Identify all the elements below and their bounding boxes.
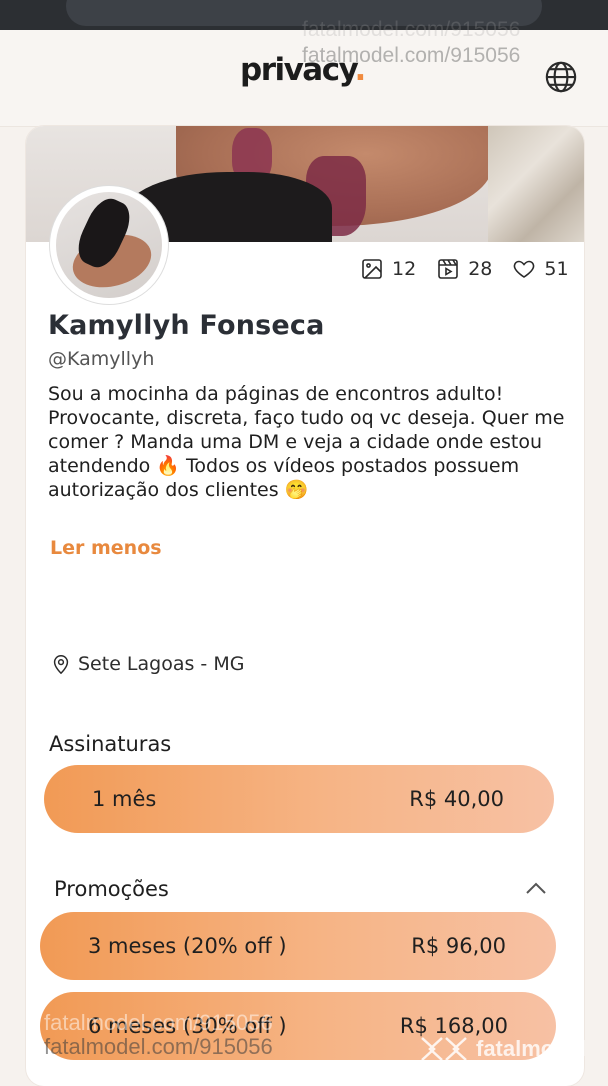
videos-count: 28 [468,258,493,280]
promo-label: 3 meses (20% off ) [88,934,287,958]
video-icon [438,259,458,279]
promotions-title: Promoções [54,877,169,901]
location-pin-icon [53,655,69,675]
watermark-text-top: fatalmodel.com/915056 [302,44,521,67]
subscriptions-title: Assinaturas [49,732,172,756]
profile-handle: @Kamyllyh [48,348,155,370]
watermark-text-bottom: fatalmodel.com/915056 [44,1034,273,1059]
promo-3-months-button[interactable]: 3 meses (20% off ) R$ 96,00 [40,912,556,980]
globe-icon[interactable] [544,60,578,94]
profile-bio: Sou a mocinha da páginas de encontros ad… [48,383,565,501]
location-text: Sete Lagoas - MG [78,653,245,675]
profile-location: Sete Lagoas - MG [50,652,244,676]
chevron-up-icon[interactable] [524,880,548,896]
photos-count: 12 [392,258,417,280]
likes-stat[interactable]: 51 [512,257,569,281]
plan-label: 1 mês [92,787,157,811]
profile-avatar[interactable] [50,186,168,304]
plan-1-month-button[interactable]: 1 mês R$ 40,00 [44,765,554,833]
profile-name: Kamyllyh Fonseca [48,310,325,341]
videos-stat[interactable]: 28 [436,257,492,281]
heart-icon [514,260,535,278]
watermark-brand-text: fatalmodel [476,1036,587,1061]
photos-stat[interactable]: 12 [360,257,416,281]
watermark-text-ghost: fatalmodel.com/915056 [44,1010,273,1035]
likes-count: 51 [544,258,569,280]
watermark-text-ghost: fatalmodel.com/915056 [302,18,521,41]
fatalmodel-logo-icon [421,1037,467,1061]
promo-price: R$ 96,00 [411,934,506,958]
watermark-brand: fatalmodel [418,1034,586,1064]
plan-price: R$ 40,00 [409,787,504,811]
profile-stats: 12 28 51 [360,256,579,282]
image-icon [362,259,382,279]
read-less-link[interactable]: Ler menos [50,537,162,559]
